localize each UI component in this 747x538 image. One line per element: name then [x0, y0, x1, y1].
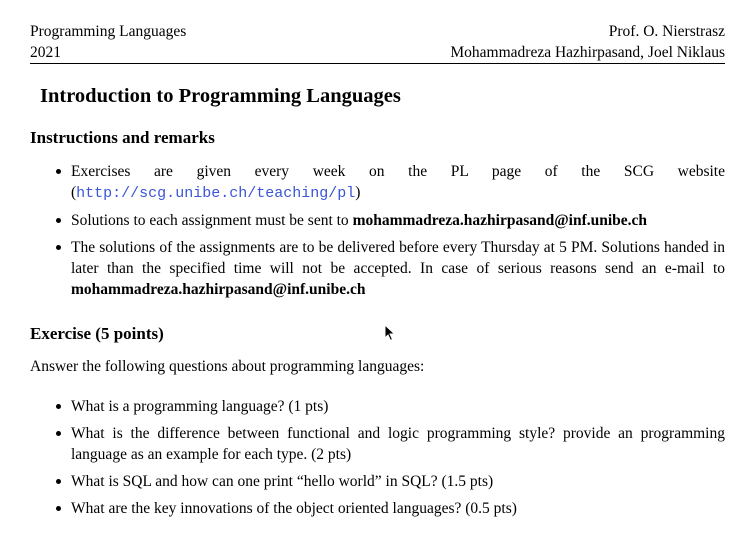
- document-page: Programming Languages 2021 Prof. O. Nier…: [0, 0, 747, 538]
- question-text: What is SQL and how can one print “hello…: [71, 473, 494, 490]
- list-item: Solutions to each assignment must be sen…: [30, 210, 725, 231]
- instruction-text: Solutions to each assignment must be sen…: [71, 212, 353, 229]
- exercise-intro: Answer the following questions about pro…: [30, 358, 425, 375]
- questions-list: What is a programming language? (1 pts) …: [30, 396, 725, 519]
- assistant-names: Mohammadreza Hazhirpasand, Joel Niklaus: [450, 44, 725, 61]
- list-item: What is the difference between functiona…: [30, 423, 725, 465]
- list-item: What are the key innovations of the obje…: [30, 498, 725, 519]
- scg-website-link[interactable]: http://scg.unibe.ch/teaching/pl: [76, 185, 355, 202]
- instructions-list: Exercises are given every week on the PL…: [30, 161, 725, 300]
- question-text: What is the difference between functiona…: [71, 425, 725, 463]
- instruction-text-end: ): [355, 184, 361, 201]
- course-year: 2021: [30, 44, 61, 61]
- professor-name: Prof. O. Nierstrasz: [608, 23, 725, 40]
- instructions-heading: Instructions and remarks: [30, 128, 215, 147]
- question-text: What is a programming language? (1 pts): [71, 398, 329, 415]
- list-item: What is a programming language? (1 pts): [30, 396, 725, 417]
- list-item: The solutions of the assignments are to …: [30, 237, 725, 300]
- header-right: Prof. O. Nierstrasz Mohammadreza Hazhirp…: [450, 21, 725, 63]
- header-left: Programming Languages 2021: [30, 21, 186, 63]
- document-title: Introduction to Programming Languages: [40, 85, 401, 107]
- question-text: What are the key innovations of the obje…: [71, 500, 517, 517]
- mouse-pointer-icon: [384, 324, 396, 342]
- list-item: Exercises are given every week on the PL…: [30, 161, 725, 204]
- list-item: What is SQL and how can one print “hello…: [30, 471, 725, 492]
- page-header: Programming Languages 2021 Prof. O. Nier…: [30, 21, 725, 64]
- contact-email: mohammadreza.hazhirpasand@inf.unibe.ch: [71, 281, 366, 298]
- submission-email: mohammadreza.hazhirpasand@inf.unibe.ch: [352, 212, 648, 229]
- instruction-text: The solutions of the assignments are to …: [71, 239, 725, 277]
- exercise-heading: Exercise (5 points): [30, 324, 164, 343]
- course-name: Programming Languages: [30, 23, 187, 40]
